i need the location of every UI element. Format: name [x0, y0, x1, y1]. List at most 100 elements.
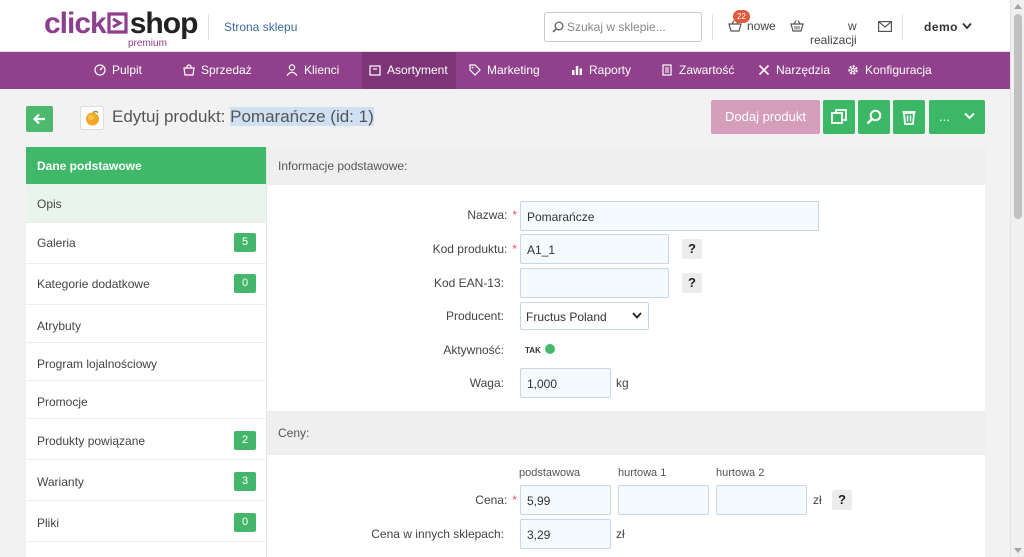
box-icon [369, 65, 381, 76]
divider [902, 14, 903, 40]
nav-label: Marketing [487, 63, 540, 77]
page-title: Edytuj produkt: Pomarańcze (id: 1) [112, 107, 374, 127]
nav-item-pulpit[interactable]: Pulpit [94, 52, 142, 89]
document-icon [662, 64, 672, 76]
chevron-down-icon [964, 112, 975, 120]
user-menu[interactable]: demo [924, 20, 972, 34]
toggle-knob [545, 344, 555, 354]
add-product-button[interactable]: Dodaj produkt [711, 100, 820, 134]
count-badge: 2 [234, 431, 256, 450]
price-wholesale2-input[interactable] [716, 485, 807, 515]
currency-unit: zł [616, 527, 625, 541]
producer-selected: Fructus Poland [526, 310, 607, 324]
weight-input[interactable]: 1,000 [520, 368, 611, 398]
more-actions-button[interactable]: ... [929, 100, 985, 134]
side-item-label: Kategorie dodatkowe [37, 277, 150, 291]
arrow-left-icon [33, 113, 45, 125]
user-name: demo [924, 20, 959, 34]
nav-item-narzedzia[interactable]: Narzędzia [758, 52, 830, 89]
weight-label: Waga: [469, 376, 504, 390]
count-badge: 0 [234, 513, 256, 532]
price-wholesale1-input[interactable] [618, 485, 709, 515]
label-text: Kod produktu: [432, 242, 508, 256]
search-icon [552, 21, 564, 33]
gear-icon [848, 65, 858, 75]
side-item-promocje[interactable]: Promocje [26, 381, 266, 419]
logo-box-icon [107, 12, 128, 34]
delete-button[interactable] [893, 100, 925, 134]
side-item-dane-podstawowe[interactable]: Dane podstawowe [26, 147, 266, 185]
side-item-label: Produkty powiązane [37, 434, 146, 448]
nav-item-asortyment[interactable]: Asortyment [362, 52, 456, 89]
section-header-prices: Ceny: [267, 411, 986, 455]
trash-icon [902, 111, 916, 125]
store-link[interactable]: Strona sklepu [224, 20, 297, 34]
producer-select[interactable]: Fructus Poland [520, 302, 649, 330]
nav-item-marketing[interactable]: Marketing [469, 52, 540, 89]
side-item-galeria[interactable]: Galeria 5 [26, 223, 266, 264]
back-button[interactable] [26, 106, 53, 132]
product-code-input[interactable]: A1_1 [520, 234, 669, 264]
nav-label: Sprzedaż [201, 63, 252, 77]
divider [208, 14, 209, 40]
preview-button[interactable] [858, 100, 890, 134]
count-badge: 0 [234, 274, 256, 293]
name-label: Nazwa: * [367, 208, 517, 222]
side-item-program-lojalnosciowy[interactable]: Program lojalnościowy [26, 343, 266, 381]
nav-item-raporty[interactable]: Raporty [571, 52, 631, 89]
search-box[interactable] [544, 12, 702, 42]
logo[interactable]: click shop premium [44, 7, 199, 50]
side-item-produkty-powiazane[interactable]: Produkty powiązane 2 [26, 419, 266, 460]
bar-chart-icon [572, 66, 582, 75]
side-item-label: Pliki [37, 516, 60, 530]
logo-premium: premium [128, 38, 167, 49]
side-item-atrybuty[interactable]: Atrybuty [26, 305, 266, 343]
help-button-ean[interactable]: ? [682, 273, 702, 293]
dashboard-icon [94, 64, 106, 76]
price-retail-input[interactable]: 5,99 [520, 485, 611, 515]
basket-icon [790, 20, 804, 32]
other-price-input[interactable]: 3,29 [520, 519, 611, 549]
mail-icon[interactable] [878, 21, 892, 32]
section-title: Informacje podstawowe: [278, 159, 408, 173]
help-button-price[interactable]: ? [832, 490, 852, 510]
logo-shop: shop [129, 7, 199, 40]
side-item-pliki[interactable]: Pliki 0 [26, 501, 266, 542]
divider [712, 14, 713, 40]
orange-fruit-icon [86, 110, 99, 126]
side-item-opis[interactable]: Opis [26, 185, 266, 223]
side-item-warianty[interactable]: Warianty 3 [26, 460, 266, 501]
nav-item-zawartosc[interactable]: Zawartość [661, 52, 734, 89]
search-icon [866, 109, 882, 125]
section-title: Ceny: [278, 426, 310, 440]
ean-input[interactable] [520, 268, 669, 298]
title-product-name: Pomarańcze (id: 1) [230, 107, 374, 126]
nav-label: Zawartość [679, 63, 735, 77]
copy-button[interactable] [823, 100, 855, 134]
nav-item-konfiguracja[interactable]: Konfiguracja [847, 52, 932, 89]
nav-item-klienci[interactable]: Klienci [286, 52, 339, 89]
scroll-thumb[interactable] [1014, 14, 1022, 219]
cart-icon [183, 64, 195, 76]
nav-label: Narzędzia [776, 63, 831, 77]
help-button-product-code[interactable]: ? [682, 239, 702, 259]
currency-unit: zł [813, 493, 822, 507]
search-input[interactable] [567, 17, 697, 37]
scroll-down-arrow[interactable] [1014, 548, 1022, 553]
logo-click: click [44, 7, 107, 40]
nav-item-sprzedaz[interactable]: Sprzedaż [183, 52, 252, 89]
side-item-label: Galeria [37, 236, 76, 250]
page-scrollbar[interactable] [1010, 0, 1024, 557]
nav-label: Asortyment [387, 63, 448, 77]
side-item-label: Program lojalnościowy [37, 357, 158, 371]
side-item-label: Dane podstawowe [37, 159, 142, 173]
label-text: Nazwa: [467, 208, 508, 222]
scroll-up-arrow[interactable] [1014, 4, 1022, 9]
chevron-down-icon [962, 22, 972, 30]
required-mark: * [512, 208, 517, 222]
side-item-kategorie-dodatkowe[interactable]: Kategorie dodatkowe 0 [26, 264, 266, 305]
orders-in-progress-label: w realizacji [810, 19, 857, 47]
active-toggle[interactable]: TAK [525, 344, 555, 355]
price-label: Cena: * [367, 493, 517, 507]
name-input[interactable]: Pomarańcze [520, 201, 819, 231]
